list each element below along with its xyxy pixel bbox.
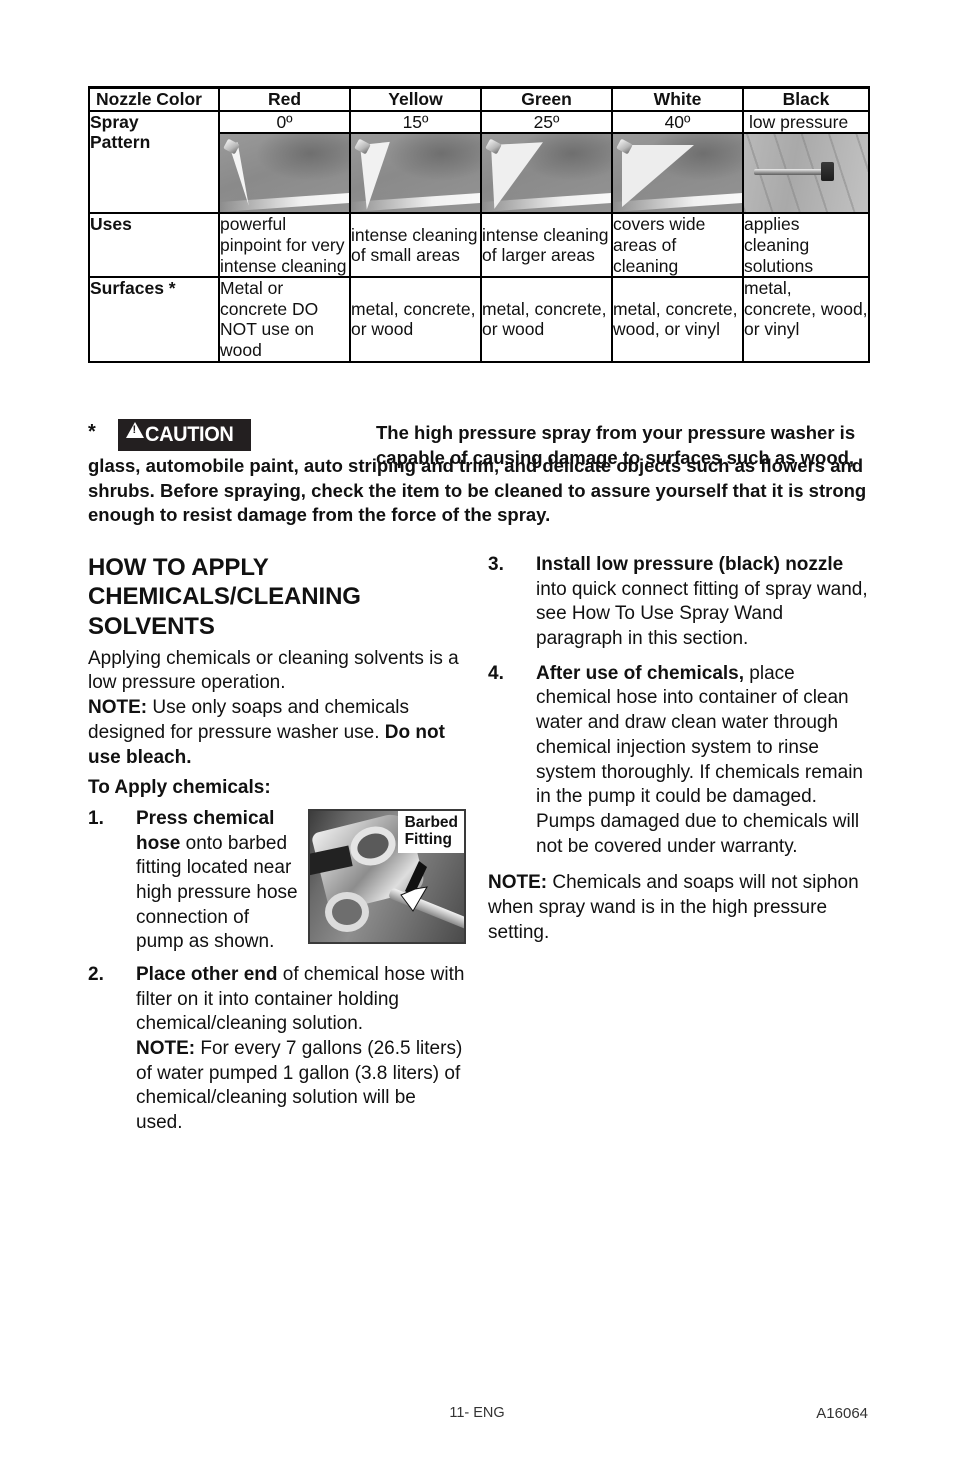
table-row-uses: Uses powerful pinpoint for very intense … [88, 212, 870, 279]
barbed-fitting-figure: Barbed Fitting [308, 808, 466, 944]
spray-photo-green [480, 132, 613, 215]
warning-triangle-icon [126, 422, 144, 438]
intro-paragraph: Applying chemicals or cleaning solvents … [88, 647, 459, 694]
header-color-black: Black [742, 85, 870, 112]
surfaces-black: metal, concrete, wood, or vinyl [742, 276, 870, 363]
right-note-label: NOTE: [488, 872, 548, 894]
row-label-spray-pattern: Spray Pattern [88, 109, 220, 215]
header-color-green: Green [480, 85, 613, 112]
step-4-number: 4. [488, 662, 504, 684]
footer-document-id: A16064 [816, 1405, 868, 1422]
step-2-note-label: NOTE: [136, 1038, 196, 1060]
caution-badge-label: CAUTION [145, 422, 234, 446]
spray-photo-black [742, 132, 870, 215]
caution-block: * CAUTION The high pressure spray from y… [88, 419, 870, 528]
surfaces-green: metal, concrete, or wood [480, 276, 613, 363]
step-4-bold: After use of chemicals, [536, 662, 745, 684]
angle-green: 25º [480, 109, 613, 135]
footnote-star: * [88, 421, 96, 443]
header-color-yellow: Yellow [349, 85, 482, 112]
step-1-number: 1. [88, 807, 104, 829]
step-3-bold: Install low pressure (black) nozzle [536, 554, 844, 575]
table-row-angles: Spray Pattern 0º 15º 25º 40º low pressur… [88, 109, 870, 215]
manual-page: Nozzle Color Red Yellow Green White Blac… [0, 0, 954, 1475]
right-column: 3. Install low pressure (black) nozzle i… [488, 553, 870, 945]
list-item-step-4: 4. After use of chemicals, place chemica… [488, 662, 870, 860]
spray-pattern-label-line1: Spray [90, 111, 139, 132]
spray-pattern-label-line2: Pattern [90, 132, 151, 153]
table-row-surfaces: Surfaces * Metal or concrete DO NOT use … [88, 276, 870, 363]
header-color-white: White [611, 85, 744, 112]
subheading-to-apply: To Apply chemicals: [88, 777, 271, 799]
right-steps-list: 3. Install low pressure (black) nozzle i… [488, 553, 870, 859]
callout-arrow-icon [400, 860, 429, 912]
surfaces-red: Metal or concrete DO NOT use on wood [218, 276, 351, 363]
step-2-number: 2. [88, 964, 104, 986]
step-3-number: 3. [488, 554, 504, 575]
spray-photo-white [611, 132, 744, 215]
page-title: HOW TO APPLY CHEMICALS/CLEANING SOLVENTS [88, 554, 361, 640]
spray-photo-yellow [349, 132, 482, 215]
caution-lead-text: The high pressure spray from your pressu… [376, 422, 856, 468]
angle-white: 40º [611, 109, 744, 135]
header-color-red: Red [218, 85, 351, 112]
uses-green: intense cleaning of larger areas [480, 212, 613, 279]
caution-badge: CAUTION [118, 419, 252, 451]
spray-photo-red [218, 132, 351, 215]
step-3-text: into quick connect fitting of spray wand… [536, 578, 868, 650]
row-label-uses: Uses [88, 212, 220, 279]
note-label: NOTE: [88, 697, 148, 719]
list-item-step-1: 1. Barbed Fitting Press chemical hose on… [88, 807, 466, 955]
angle-yellow: 15º [349, 109, 482, 135]
right-column-note: NOTE: Chemicals and soaps will not sipho… [488, 871, 870, 945]
left-steps-list: 1. Barbed Fitting Press chemical hose on… [88, 807, 466, 1136]
step-2-bold: Place other end [136, 964, 278, 986]
footer-page-number: 11- ENG [449, 1405, 505, 1421]
callout-line-2: Fitting [404, 831, 452, 849]
uses-yellow: intense cleaning of small areas [349, 212, 482, 279]
list-item-step-3: 3. Install low pressure (black) nozzle i… [488, 553, 870, 652]
left-column: HOW TO APPLY CHEMICALS/CLEANING SOLVENTS… [88, 553, 466, 1136]
row-label-surfaces: Surfaces * [88, 276, 220, 363]
nozzle-comparison-table: Nozzle Color Red Yellow Green White Blac… [88, 85, 870, 363]
uses-black: applies cleaning solutions [742, 212, 870, 279]
barbed-fitting-callout: Barbed Fitting [397, 810, 464, 853]
header-nozzle-color: Nozzle Color [88, 85, 220, 112]
surfaces-white: metal, concrete, wood, or vinyl [611, 276, 744, 363]
callout-line-1: Barbed [404, 813, 458, 831]
angle-black: low pressure [742, 109, 870, 135]
uses-white: covers wide areas of cleaning [611, 212, 744, 279]
list-item-step-2: 2. Place other end of chemical hose with… [88, 963, 466, 1136]
uses-red: powerful pinpoint for very intense clean… [218, 212, 351, 279]
intro-note: NOTE: Use only soaps and chemicals desig… [88, 696, 466, 770]
angle-red: 0º [218, 109, 351, 135]
surfaces-yellow: metal, concrete, or wood [349, 276, 482, 363]
table-row-header: Nozzle Color Red Yellow Green White Blac… [88, 85, 870, 112]
step-4-text: place chemical hose into container of cl… [536, 662, 863, 857]
